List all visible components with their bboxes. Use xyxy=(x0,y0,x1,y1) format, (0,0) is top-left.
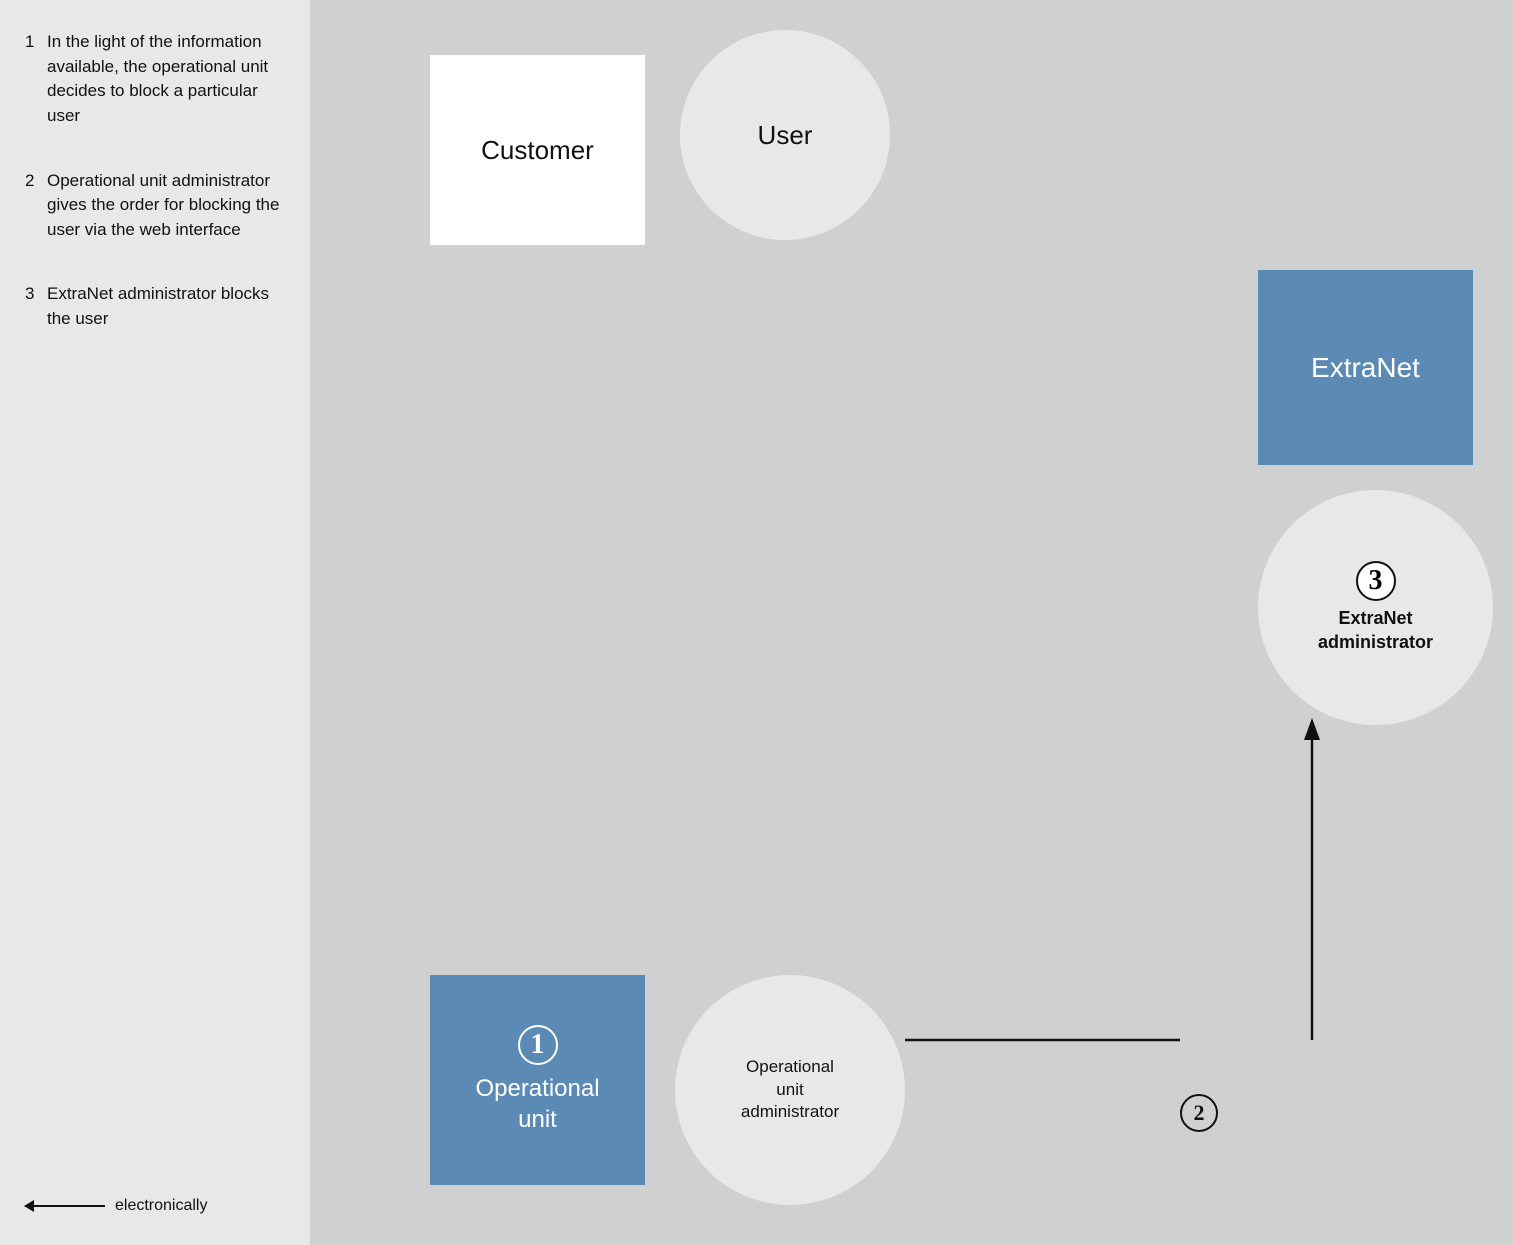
customer-shape: Customer xyxy=(430,55,645,245)
step-3-text: ExtraNet administrator blocks the user xyxy=(47,282,290,331)
extranet-admin-shape: 3 ExtraNetadministrator xyxy=(1258,490,1493,725)
step-2-text: Operational unit administrator gives the… xyxy=(47,169,290,243)
extranet-shape: ExtraNet xyxy=(1258,270,1473,465)
step-3-number: 3 xyxy=(25,282,39,331)
opunit-admin-label: Operationalunitadministrator xyxy=(741,1056,839,1125)
user-shape: User xyxy=(680,30,890,240)
diagram-area: Customer User ExtraNet 3 ExtraNetadminis… xyxy=(310,0,1513,1245)
legend: electronically xyxy=(25,1197,290,1215)
extranet-label: ExtraNet xyxy=(1311,352,1420,384)
arrow-left-icon xyxy=(25,1205,105,1207)
step-1-text: In the light of the information availabl… xyxy=(47,30,290,129)
step-2-number: 2 xyxy=(25,169,39,243)
legend-label: electronically xyxy=(115,1197,207,1215)
opunit-admin-shape: Operationalunitadministrator xyxy=(675,975,905,1205)
extranet-admin-label: ExtraNetadministrator xyxy=(1318,607,1433,654)
step-3: 3 ExtraNet administrator blocks the user xyxy=(25,282,290,331)
step-1-number: 1 xyxy=(25,30,39,129)
opunit-label: Operationalunit xyxy=(475,1073,599,1135)
opunit-number: 1 xyxy=(518,1025,558,1065)
user-label: User xyxy=(758,120,813,151)
sidebar: 1 In the light of the information availa… xyxy=(0,0,310,1245)
opunit-shape: 1 Operationalunit xyxy=(430,975,645,1185)
steps-list: 1 In the light of the information availa… xyxy=(25,30,290,332)
step-2-badge: 2 xyxy=(1180,1094,1218,1132)
step-2: 2 Operational unit administrator gives t… xyxy=(25,169,290,243)
step-1: 1 In the light of the information availa… xyxy=(25,30,290,129)
extranet-admin-number: 3 xyxy=(1356,561,1396,601)
customer-label: Customer xyxy=(481,135,594,166)
